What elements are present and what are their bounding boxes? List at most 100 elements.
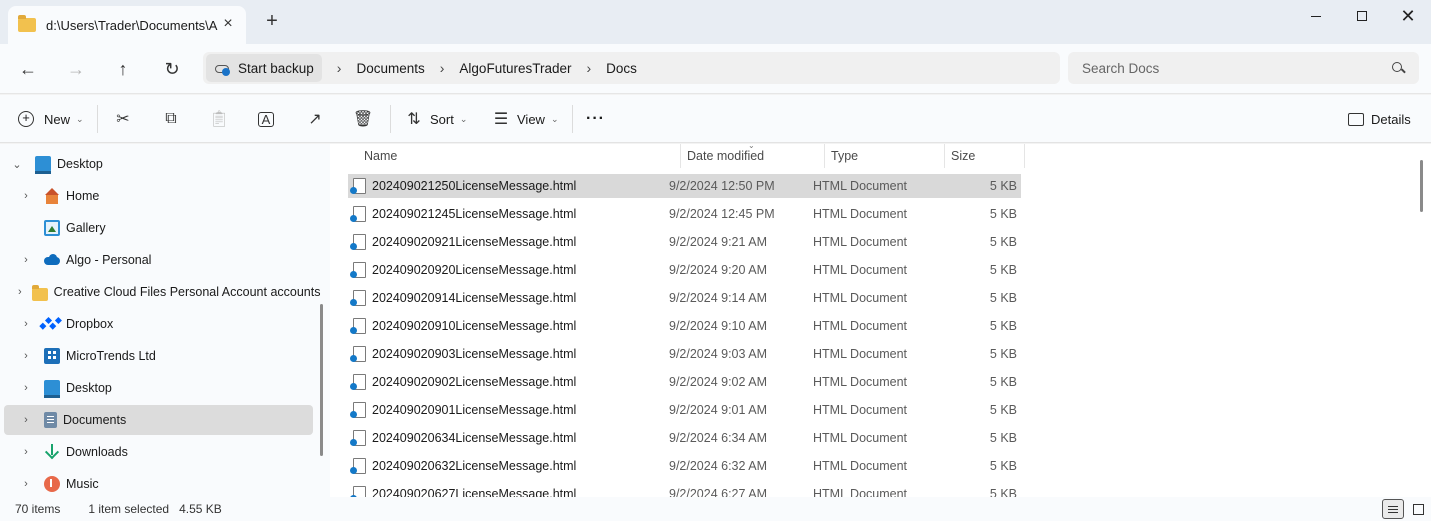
breadcrumb-docs[interactable]: Docs (606, 61, 637, 76)
refresh-button[interactable]: ↻ (157, 54, 187, 84)
breadcrumb-algofuturestrader[interactable]: AlgoFuturesTrader (459, 61, 571, 76)
arrow-left-icon: ← (19, 58, 37, 79)
chevron-right-icon[interactable]: › (18, 478, 34, 490)
onedrive-icon (44, 252, 60, 268)
file-row[interactable]: 202409021250LicenseMessage.html 9/2/2024… (348, 174, 1021, 198)
file-name: 202409020921LicenseMessage.html (372, 235, 577, 249)
new-tab-button[interactable]: + (262, 11, 282, 32)
chevron-down-icon[interactable]: ⌄ (9, 158, 25, 171)
column-divider[interactable] (944, 144, 945, 168)
file-row[interactable]: 202409020632LicenseMessage.html 9/2/2024… (348, 454, 1021, 478)
view-button[interactable]: ☰ View ⌄ (492, 103, 559, 135)
file-row[interactable]: 202409020921LicenseMessage.html 9/2/2024… (348, 230, 1021, 254)
back-button[interactable]: ← (13, 54, 43, 84)
documents-icon (44, 412, 57, 428)
file-name: 202409021250LicenseMessage.html (372, 179, 577, 193)
nav-item-label: Home (66, 189, 100, 203)
column-header-size[interactable]: Size (951, 144, 975, 168)
file-date: 9/2/2024 9:14 AM (669, 291, 767, 305)
column-header-type[interactable]: Type (831, 144, 858, 168)
nav-item-dropbox[interactable]: › Dropbox (4, 309, 313, 339)
address-bar[interactable]: Start backup › Documents › AlgoFuturesTr… (203, 52, 1060, 84)
start-backup-label: Start backup (238, 60, 314, 76)
chevron-right-icon[interactable]: › (440, 60, 445, 76)
share-button[interactable]: ↗ (306, 103, 324, 135)
chevron-right-icon[interactable]: › (337, 60, 342, 76)
file-row[interactable]: 202409020902LicenseMessage.html 9/2/2024… (348, 370, 1021, 394)
nav-item-microtrends[interactable]: › MicroTrends Ltd (4, 341, 313, 371)
file-type: HTML Document (813, 319, 908, 333)
file-row[interactable]: 202409020901LicenseMessage.html 9/2/2024… (348, 398, 1021, 422)
column-header-name[interactable]: Name (364, 144, 397, 168)
chevron-right-icon[interactable]: › (18, 382, 34, 394)
folder-icon (18, 15, 36, 32)
minimize-button[interactable] (1293, 0, 1339, 32)
nav-item-documents[interactable]: › Documents (4, 405, 313, 435)
file-type: HTML Document (813, 179, 908, 193)
file-row[interactable]: 202409020914LicenseMessage.html 9/2/2024… (348, 286, 1021, 310)
html-file-icon (350, 206, 366, 222)
column-divider[interactable] (824, 144, 825, 168)
breadcrumb-documents[interactable]: Documents (356, 61, 424, 76)
close-button[interactable]: ✕ (1385, 0, 1431, 32)
file-list-scrollbar[interactable] (1420, 160, 1423, 212)
column-divider[interactable] (680, 144, 681, 168)
file-row[interactable]: 202409020903LicenseMessage.html 9/2/2024… (348, 342, 1021, 366)
large-icons-view-button[interactable] (1407, 499, 1429, 519)
nav-scrollbar[interactable] (320, 304, 323, 456)
column-divider[interactable] (1024, 144, 1025, 168)
html-file-icon (350, 402, 366, 418)
navigation-pane: ⌄ Desktop › Home Gallery › Algo - Person… (0, 144, 330, 497)
nav-item-desktop-root[interactable]: ⌄ Desktop (4, 149, 313, 179)
chevron-right-icon[interactable]: › (18, 446, 34, 458)
chevron-right-icon[interactable]: › (18, 254, 34, 266)
chevron-right-icon[interactable]: › (18, 190, 34, 202)
nav-item-home[interactable]: › Home (4, 181, 313, 211)
file-size: 5 KB (989, 403, 1017, 417)
cut-button[interactable]: ✂ (114, 103, 132, 135)
file-row[interactable]: 202409020627LicenseMessage.html 9/2/2024… (348, 482, 1021, 497)
search-input[interactable] (1082, 60, 1391, 76)
dropbox-icon (44, 316, 60, 332)
file-date: 9/2/2024 12:45 PM (669, 207, 775, 221)
up-button[interactable]: ↑ (108, 54, 138, 84)
search-box[interactable] (1068, 52, 1419, 84)
sort-icon: ⇅ (407, 111, 421, 128)
forward-button[interactable]: → (61, 54, 91, 84)
file-row[interactable]: 202409021245LicenseMessage.html 9/2/2024… (348, 202, 1021, 226)
tab-current-folder[interactable]: d:\Users\Trader\Documents\A × (8, 6, 246, 44)
file-row[interactable]: 202409020910LicenseMessage.html 9/2/2024… (348, 314, 1021, 338)
file-row[interactable]: 202409020920LicenseMessage.html 9/2/2024… (348, 258, 1021, 282)
nav-item-creative-cloud[interactable]: › Creative Cloud Files Personal Account … (4, 277, 320, 307)
new-label: New (44, 111, 71, 127)
chevron-right-icon[interactable]: › (18, 318, 34, 330)
nav-item-label: Desktop (66, 381, 112, 395)
home-icon (44, 188, 60, 204)
chevron-right-icon[interactable]: › (18, 414, 34, 426)
file-date: 9/2/2024 6:34 AM (669, 431, 767, 445)
file-size: 5 KB (989, 235, 1017, 249)
nav-item-onedrive[interactable]: › Algo - Personal (4, 245, 313, 275)
tab-close-icon[interactable]: × (220, 16, 236, 33)
paste-button[interactable]: 📋︎ (209, 103, 229, 135)
new-button[interactable]: + New ⌄ (18, 103, 84, 135)
sort-button[interactable]: ⇅ Sort ⌄ (405, 103, 467, 135)
chevron-right-icon[interactable]: › (18, 350, 34, 362)
rename-button[interactable]: A (258, 103, 274, 135)
file-row[interactable]: 202409020634LicenseMessage.html 9/2/2024… (348, 426, 1021, 450)
copy-button[interactable]: ⧉ (162, 103, 180, 135)
delete-button[interactable]: 🗑︎ (353, 103, 373, 135)
search-icon[interactable] (1391, 61, 1405, 75)
more-options-button[interactable]: ··· (586, 103, 605, 135)
nav-item-gallery[interactable]: Gallery (4, 213, 313, 243)
nav-item-music[interactable]: › Music (4, 469, 313, 497)
chevron-right-icon[interactable]: › (18, 286, 22, 298)
start-backup-button[interactable]: Start backup (206, 54, 322, 82)
nav-item-downloads[interactable]: › Downloads (4, 437, 313, 467)
file-size: 5 KB (989, 459, 1017, 473)
details-view-button[interactable] (1382, 499, 1404, 519)
nav-item-desktop[interactable]: › Desktop (4, 373, 313, 403)
chevron-right-icon[interactable]: › (586, 60, 591, 76)
details-pane-button[interactable]: Details (1348, 103, 1411, 135)
maximize-button[interactable] (1339, 0, 1385, 32)
